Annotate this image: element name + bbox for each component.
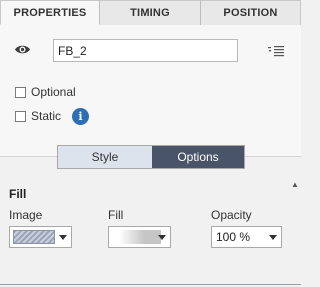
static-checkbox[interactable] bbox=[15, 110, 26, 122]
static-row[interactable]: Static bbox=[15, 109, 61, 123]
collapse-caret-icon[interactable]: ▲ bbox=[291, 180, 299, 189]
image-swatch bbox=[13, 230, 55, 244]
chevron-down-icon bbox=[269, 235, 277, 240]
tab-position[interactable]: POSITION bbox=[201, 0, 301, 25]
style-options-toggle: Style Options bbox=[57, 145, 245, 169]
chevron-down-icon bbox=[158, 235, 166, 240]
opacity-value: 100 % bbox=[216, 230, 251, 244]
info-icon[interactable]: i bbox=[72, 108, 89, 125]
list-menu-icon[interactable] bbox=[268, 45, 284, 57]
info-glyph: i bbox=[78, 110, 83, 123]
fill-color-dropdown[interactable] bbox=[108, 226, 171, 248]
object-name-input[interactable] bbox=[53, 39, 238, 62]
tab-properties[interactable]: PROPERTIES bbox=[0, 0, 100, 25]
tab-timing[interactable]: TIMING bbox=[100, 0, 201, 25]
opacity-label: Opacity bbox=[211, 208, 252, 222]
opacity-dropdown[interactable]: 100 % bbox=[211, 226, 282, 248]
optional-label: Optional bbox=[31, 85, 76, 99]
chevron-down-icon bbox=[59, 235, 67, 240]
image-dropdown[interactable] bbox=[9, 226, 72, 248]
image-label: Image bbox=[9, 208, 43, 222]
fill-label: Fill bbox=[108, 208, 124, 222]
optional-checkbox[interactable] bbox=[15, 86, 26, 98]
static-label: Static bbox=[31, 109, 62, 123]
optional-row[interactable]: Optional bbox=[15, 85, 76, 99]
fill-color-swatch bbox=[119, 230, 161, 244]
eye-icon[interactable] bbox=[14, 43, 31, 56]
style-button[interactable]: Style bbox=[58, 146, 152, 168]
options-button[interactable]: Options bbox=[152, 146, 244, 168]
panel-tabs: PROPERTIES TIMING POSITION bbox=[0, 0, 301, 25]
panel-bottom-border bbox=[0, 284, 301, 285]
fill-section-header: Fill bbox=[9, 187, 27, 201]
